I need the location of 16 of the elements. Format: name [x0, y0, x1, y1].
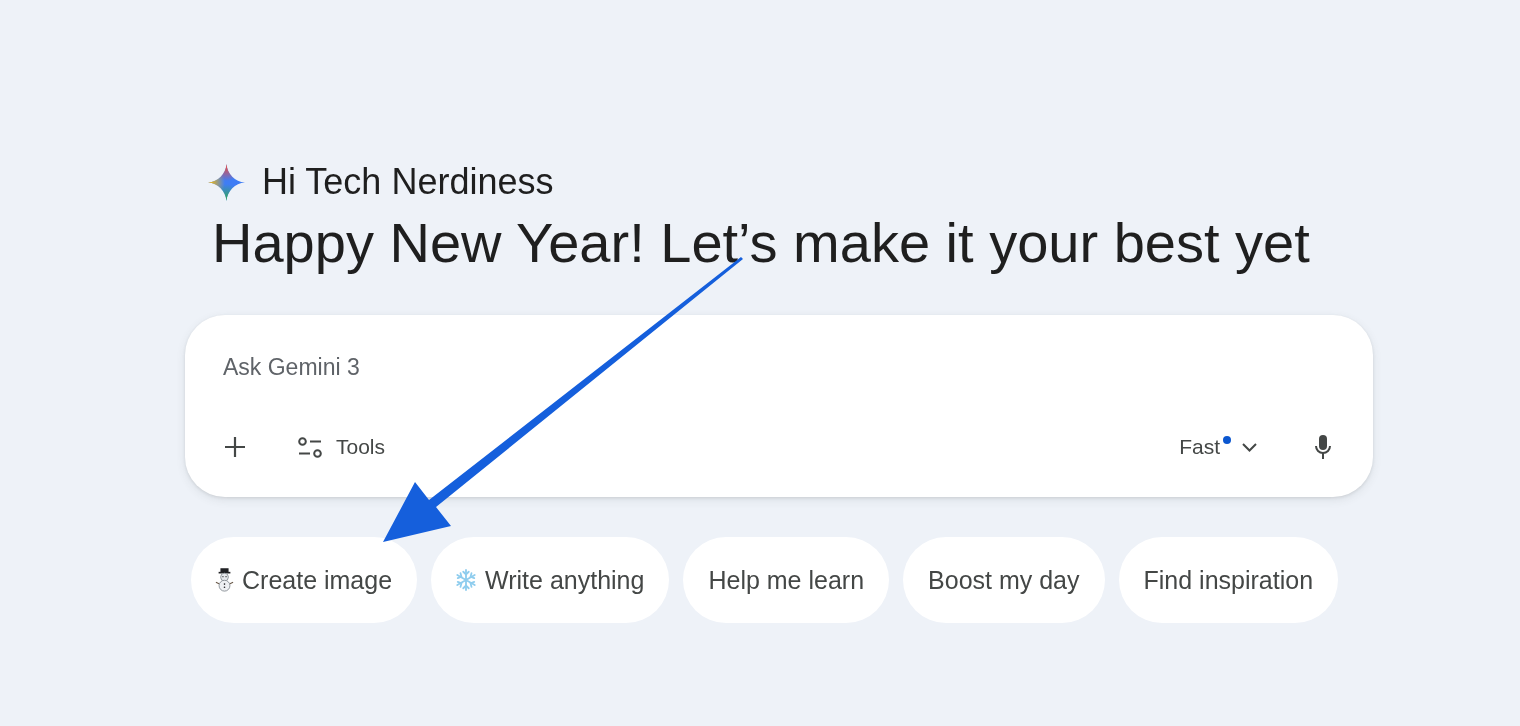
- microphone-icon: [1315, 435, 1331, 459]
- model-dropdown[interactable]: Fast: [1165, 423, 1271, 471]
- greeting-headline: Happy New Year! Let’s make it your best yet: [212, 211, 1311, 275]
- chevron-down-icon: [1242, 442, 1257, 452]
- suggestion-chip[interactable]: Write anything: [431, 537, 670, 623]
- greeting-name: Hi Tech Nerdiness: [262, 160, 554, 204]
- suggestion-chip[interactable]: Find inspiration: [1118, 537, 1339, 623]
- snowman-icon: [215, 568, 234, 592]
- plus-icon: [224, 436, 246, 458]
- suggestion-chip[interactable]: Boost my day: [903, 537, 1105, 623]
- suggestion-chip[interactable]: Help me learn: [683, 537, 890, 623]
- suggestion-chip[interactable]: Create image: [191, 537, 418, 623]
- prompt-input[interactable]: Ask Gemini 3: [223, 347, 1335, 387]
- snowflake-icon: [455, 569, 478, 591]
- sliders-icon: [298, 436, 322, 458]
- tools-button[interactable]: Tools: [285, 423, 400, 471]
